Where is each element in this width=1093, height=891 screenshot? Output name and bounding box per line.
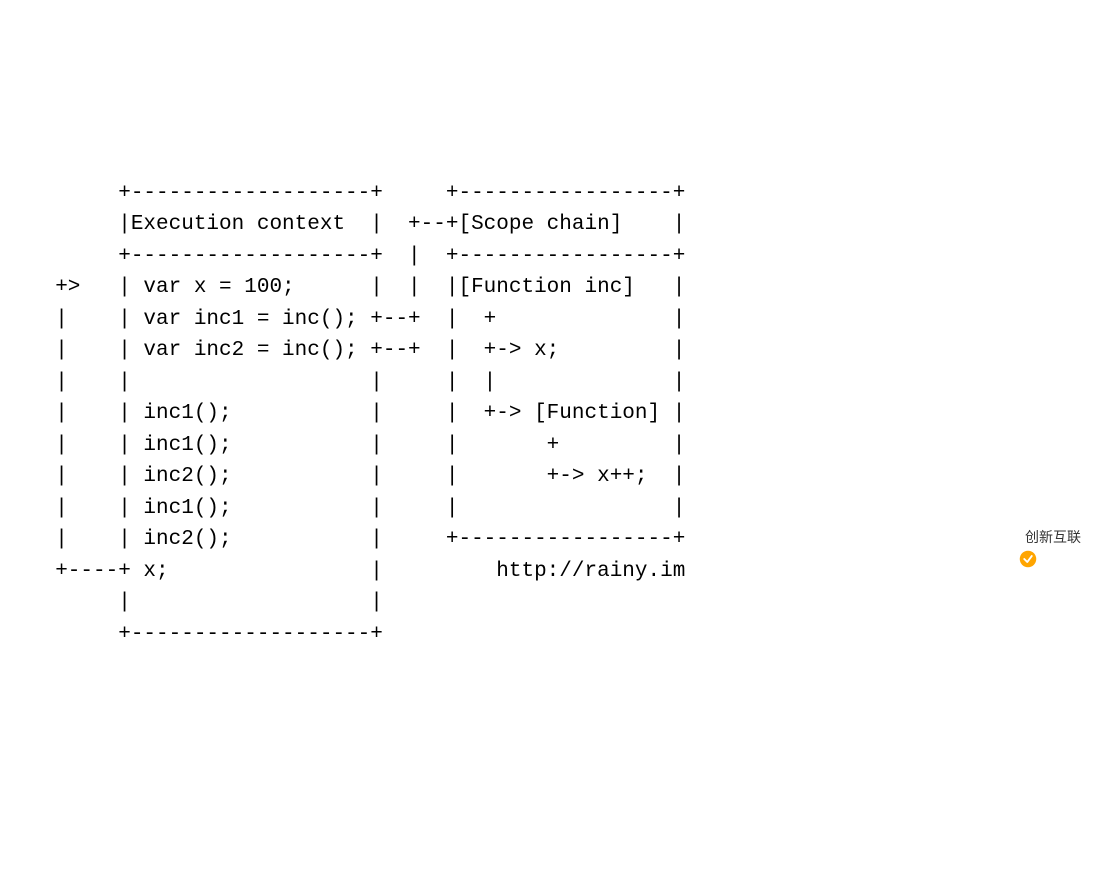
diagram-line-10: | | inc1(); | | |: [30, 497, 685, 520]
watermark: 创新互联: [1003, 527, 1081, 548]
diagram-line-1: |Execution context | +--+[Scope chain] |: [30, 213, 685, 236]
diagram-line-6: | | | | | |: [30, 371, 685, 394]
diagram-line-5: | | var inc2 = inc(); +--+ | +-> x; |: [30, 339, 685, 362]
diagram-line-14: +-------------------+: [30, 623, 383, 646]
diagram-line-4: | | var inc1 = inc(); +--+ | + |: [30, 308, 685, 331]
diagram-line-2: +-------------------+ | +---------------…: [30, 245, 685, 268]
diagram-line-13: | |: [30, 591, 383, 614]
diagram-line-11: | | inc2(); | +-----------------+: [30, 528, 685, 551]
diagram-line-7: | | inc1(); | | +-> [Function] |: [30, 402, 685, 425]
diagram-line-3: +> | var x = 100; | | |[Function inc] |: [30, 276, 685, 299]
ascii-diagram: +-------------------+ +-----------------…: [0, 126, 1093, 670]
diagram-line-9: | | inc2(); | | +-> x++; |: [30, 465, 685, 488]
diagram-line-12: +----+ x; | http://rainy.im: [30, 560, 685, 583]
diagram-line-8: | | inc1(); | | + |: [30, 434, 685, 457]
watermark-logo-icon: [1003, 529, 1021, 547]
diagram-line-0: +-------------------+ +-----------------…: [30, 182, 685, 205]
watermark-text: 创新互联: [1025, 527, 1081, 548]
